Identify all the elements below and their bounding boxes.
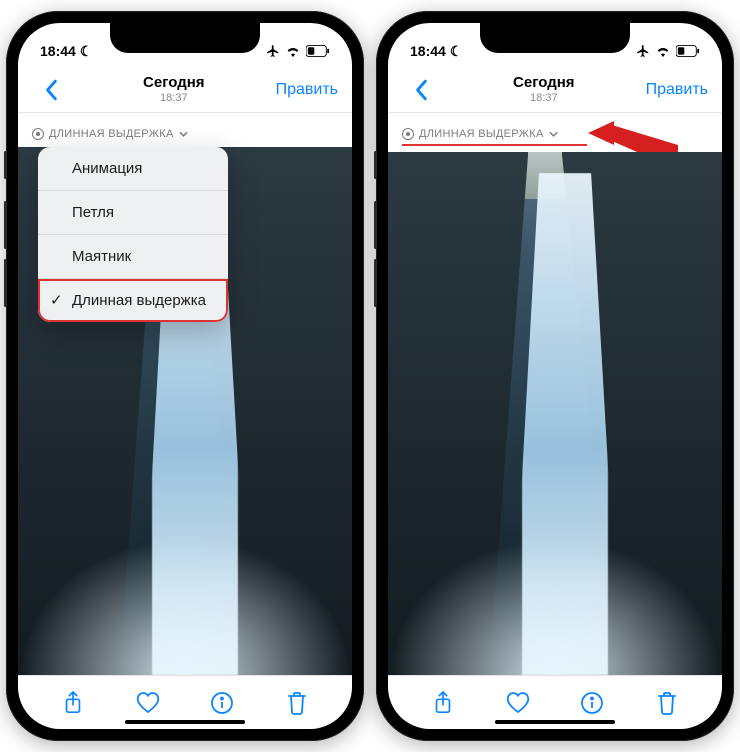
live-photo-icon (32, 128, 44, 140)
favorite-button[interactable] (128, 692, 168, 714)
effect-dropdown-trigger[interactable]: ДЛИННАЯ ВЫДЕРЖКА (32, 128, 188, 140)
effect-dropdown: Анимация Петля Маятник Длинная выдержка (38, 147, 228, 322)
nav-title-group: Сегодня 18:37 (143, 75, 205, 104)
callout-underline (402, 144, 587, 146)
info-button[interactable] (572, 692, 612, 714)
page-subtitle: 18:37 (513, 92, 575, 104)
delete-button[interactable] (647, 691, 687, 715)
notch (110, 23, 260, 53)
chevron-left-icon (45, 79, 59, 101)
heart-icon (506, 692, 530, 714)
wifi-icon (655, 45, 671, 57)
nav-bar: Сегодня 18:37 Править (18, 67, 352, 113)
info-icon (211, 692, 233, 714)
trash-icon (287, 691, 307, 715)
favorite-button[interactable] (498, 692, 538, 714)
effect-dropdown-trigger[interactable]: ДЛИННАЯ ВЫДЕРЖКА (402, 128, 558, 140)
edit-button[interactable]: Править (646, 81, 708, 99)
moon-icon: ☾ (80, 43, 93, 60)
heart-icon (136, 692, 160, 714)
info-button[interactable] (202, 692, 242, 714)
airplane-icon (266, 44, 280, 58)
chevron-down-icon (549, 131, 558, 137)
dropdown-item-long-exposure[interactable]: Длинная выдержка (38, 279, 228, 322)
dropdown-item-animation[interactable]: Анимация (38, 147, 228, 191)
effect-bar: ДЛИННАЯ ВЫДЕРЖКА (18, 113, 352, 147)
battery-icon (676, 45, 700, 57)
back-button[interactable] (402, 79, 442, 101)
nav-title-group: Сегодня 18:37 (513, 75, 575, 104)
moon-icon: ☾ (450, 43, 463, 60)
nav-bar: Сегодня 18:37 Править (388, 67, 722, 113)
share-icon (433, 691, 453, 715)
share-button[interactable] (53, 691, 93, 715)
screen: 18:44 ☾ Сегодня 18:37 (388, 23, 722, 729)
page-title: Сегодня (513, 75, 575, 92)
airplane-icon (636, 44, 650, 58)
share-button[interactable] (423, 691, 463, 715)
trash-icon (657, 691, 677, 715)
delete-button[interactable] (277, 691, 317, 715)
effect-label: ДЛИННАЯ ВЫДЕРЖКА (49, 128, 174, 140)
chevron-left-icon (415, 79, 429, 101)
info-icon (581, 692, 603, 714)
phone-right: 18:44 ☾ Сегодня 18:37 (376, 11, 734, 741)
share-icon (63, 691, 83, 715)
battery-icon (306, 45, 330, 57)
page-title: Сегодня (143, 75, 205, 92)
dropdown-item-loop[interactable]: Петля (38, 191, 228, 235)
screen: 18:44 ☾ Сегодня 18:37 (18, 23, 352, 729)
live-photo-icon (402, 128, 414, 140)
phone-left: 18:44 ☾ Сегодня 18:37 (6, 11, 364, 741)
home-indicator[interactable] (125, 720, 245, 724)
home-indicator[interactable] (495, 720, 615, 724)
page-subtitle: 18:37 (143, 92, 205, 104)
status-time: 18:44 (410, 43, 446, 59)
effect-label: ДЛИННАЯ ВЫДЕРЖКА (419, 128, 544, 140)
status-time: 18:44 (40, 43, 76, 59)
photo[interactable] (388, 152, 722, 675)
wifi-icon (285, 45, 301, 57)
effect-bar: ДЛИННАЯ ВЫДЕРЖКА (388, 113, 722, 152)
notch (480, 23, 630, 53)
dropdown-item-bounce[interactable]: Маятник (38, 235, 228, 279)
back-button[interactable] (32, 79, 72, 101)
edit-button[interactable]: Править (276, 81, 338, 99)
chevron-down-icon (179, 131, 188, 137)
